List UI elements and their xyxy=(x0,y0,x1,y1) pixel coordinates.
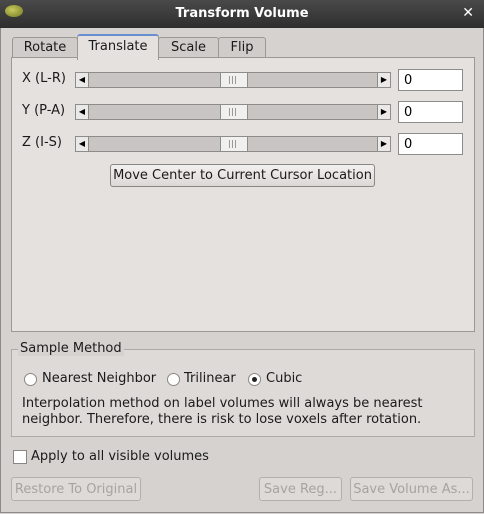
y-value-input[interactable] xyxy=(398,101,463,123)
grip-icon xyxy=(229,76,238,84)
interpolation-note: Interpolation method on label volumes wi… xyxy=(22,396,423,427)
x-value-input[interactable] xyxy=(398,69,463,91)
radio-label-nearest-neighbor[interactable]: Nearest Neighbor xyxy=(42,371,156,386)
slider-thumb[interactable] xyxy=(220,73,248,87)
grip-icon xyxy=(229,140,238,148)
z-slider[interactable]: ◀ ▶ xyxy=(75,136,391,152)
save-volume-as-button[interactable]: Save Volume As... xyxy=(350,477,473,501)
close-icon[interactable]: ✕ xyxy=(462,5,474,21)
window-title: Transform Volume xyxy=(175,6,309,21)
move-center-button[interactable]: Move Center to Current Cursor Location xyxy=(110,164,375,187)
slider-left-arrow-icon[interactable]: ◀ xyxy=(76,137,89,151)
title-bar: Transform Volume ✕ xyxy=(0,0,484,28)
slider-thumb[interactable] xyxy=(220,137,248,151)
z-axis-label: Z (I-S) xyxy=(22,135,62,150)
tab-flip[interactable]: Flip xyxy=(218,37,266,58)
z-value-input[interactable] xyxy=(398,133,463,155)
restore-original-button[interactable]: Restore To Original xyxy=(11,477,141,501)
slider-right-arrow-icon[interactable]: ▶ xyxy=(377,105,390,119)
x-axis-label: X (L-R) xyxy=(22,71,66,86)
radio-trilinear[interactable] xyxy=(167,373,180,386)
radio-label-cubic[interactable]: Cubic xyxy=(266,371,302,386)
y-axis-label: Y (P-A) xyxy=(22,103,66,118)
tab-translate[interactable]: Translate xyxy=(77,34,159,60)
slider-left-arrow-icon[interactable]: ◀ xyxy=(76,105,89,119)
tab-rotate[interactable]: Rotate xyxy=(12,37,78,58)
apply-all-label[interactable]: Apply to all visible volumes xyxy=(31,449,209,464)
tab-scale[interactable]: Scale xyxy=(158,37,219,58)
y-slider[interactable]: ◀ ▶ xyxy=(75,104,391,120)
sample-method-title: Sample Method xyxy=(18,341,124,356)
grip-icon xyxy=(229,108,238,116)
apply-all-checkbox[interactable] xyxy=(13,450,27,464)
slider-left-arrow-icon[interactable]: ◀ xyxy=(76,73,89,87)
slider-thumb[interactable] xyxy=(220,105,248,119)
slider-right-arrow-icon[interactable]: ▶ xyxy=(377,137,390,151)
radio-nearest-neighbor[interactable] xyxy=(24,373,37,386)
radio-label-trilinear[interactable]: Trilinear xyxy=(184,371,236,386)
x-slider[interactable]: ◀ ▶ xyxy=(75,72,391,88)
save-reg-button[interactable]: Save Reg... xyxy=(259,477,342,501)
radio-cubic[interactable] xyxy=(248,373,261,386)
translate-panel xyxy=(11,57,475,332)
slider-right-arrow-icon[interactable]: ▶ xyxy=(377,73,390,87)
